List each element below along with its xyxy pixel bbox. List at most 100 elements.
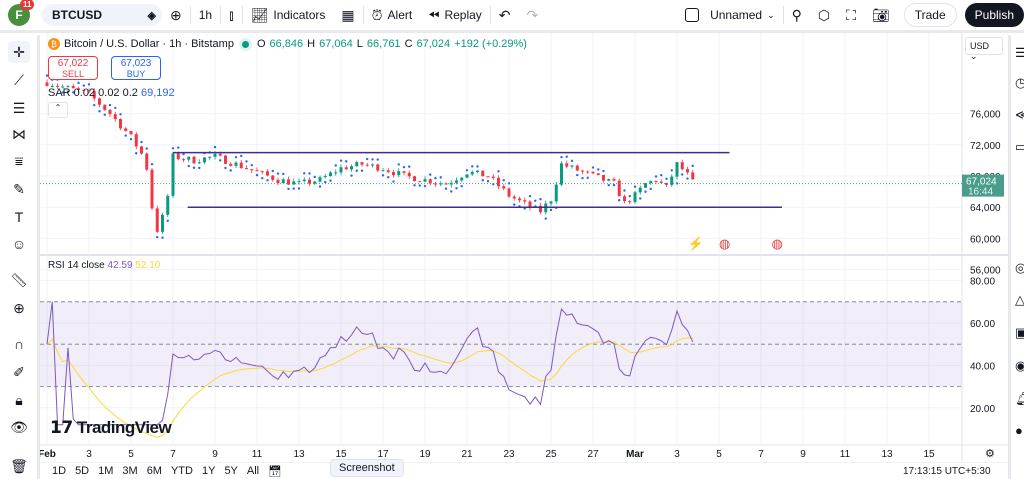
sar-dot [623,189,626,192]
indicators-button[interactable]: 📈︎ Indicators [243,0,334,32]
calendar-icon[interactable]: ▣ [1015,325,1024,341]
rsi-axis-label: 20.00 [970,404,995,415]
candle-body [523,200,527,202]
range-ytd[interactable]: YTD [171,465,193,477]
candle-body [512,196,516,199]
bell-icon[interactable]: 🔔︎ [1015,391,1024,407]
time-axis-label: 3 [674,449,680,460]
event-icon[interactable]: ⚡ [688,236,704,252]
alerts-icon[interactable]: ◷ [1015,75,1024,91]
range-5y[interactable]: 5Y [224,465,237,477]
candle-body [638,187,642,193]
range-1m[interactable]: 1M [98,465,113,477]
candle-body [654,181,658,183]
candle-body [612,179,616,181]
chat-icon[interactable]: ▭ [1015,139,1024,155]
crosshair-icon[interactable]: ✛ [8,41,30,63]
range-1y[interactable]: 1Y [202,465,215,477]
price-axis-label: 56,000 [970,266,1001,277]
sar-dot [644,190,647,193]
pitchfork-icon[interactable]: ⋈ [8,123,30,145]
layers-icon[interactable]: ≪ [1015,107,1024,123]
magnet-icon[interactable]: ∩ [8,333,30,355]
emoji-icon[interactable]: ☺ [8,233,30,255]
settings-button[interactable]: ⬡ [810,0,838,32]
trend-line-icon[interactable]: ⟋ [8,69,30,91]
text-icon[interactable]: T [8,206,30,228]
chart-canvas[interactable]: 76,00072,00068,00064,00060,00056,00080.0… [40,33,1008,463]
interval-button[interactable]: 1h [191,0,220,32]
snapshot-button[interactable]: 📷︎ [864,0,898,32]
candle-body [350,166,353,170]
sar-dot [549,208,553,212]
quick-search-button[interactable]: ⚲ [784,0,810,32]
sar-dot [481,179,484,182]
diamond-icon[interactable]: ◈ [148,9,156,22]
sar-dot [198,166,201,170]
range-all[interactable]: All [247,465,259,477]
undo-icon: ↶ [498,6,511,23]
candle-body [423,179,427,182]
time-axis-label: 7 [758,449,764,460]
lock-drawing-icon[interactable]: ✐ [8,361,30,383]
candle-body [302,179,306,182]
sar-dot [565,155,568,158]
avatar[interactable]: F 11 [8,0,35,26]
chart-type-button[interactable]: ⫾ [221,0,241,32]
event-icon[interactable]: ◍ [772,236,783,251]
lock-icon[interactable]: 🔒︎ [8,389,30,411]
rsi-value: 42.59 [107,260,133,271]
sar-dot [87,83,91,86]
sar-legend[interactable]: SAR 0.02 0.02 0.2 69,192 [48,87,175,99]
sar-dot [534,199,537,202]
candle-body [460,177,464,181]
sar-dot [287,187,290,191]
templates-button[interactable]: ▦ [333,0,362,32]
eye-icon[interactable]: 👁︎ [8,416,30,438]
ruler-icon[interactable]: 📏︎ [8,269,30,291]
clock[interactable]: 17:13:15 UTC+5:30 [903,466,991,477]
sar-dot [224,166,227,170]
brush-icon[interactable]: ✎ [8,178,30,200]
range-3m[interactable]: 3M [122,465,137,477]
notification-badge: 11 [20,0,35,10]
horizontal-lines-icon[interactable]: ☰ [8,97,30,119]
range-5d[interactable]: 5D [75,465,89,477]
compare-button[interactable]: ⊕ [162,0,190,32]
zoom-in-icon[interactable]: ⊕ [8,297,30,319]
fib-icon[interactable]: ⩸ [8,150,30,172]
trade-button[interactable]: Trade [903,3,957,27]
fullscreen-button[interactable]: ⛶ [838,0,864,32]
replay-button[interactable]: ⏪︎ Replay [420,0,490,32]
sar-dot [439,176,442,179]
symbol-search[interactable]: BTCUSD ◈ [42,4,162,26]
rsi-label: RSI 14 close [48,260,105,271]
broadcast-icon[interactable]: ◉ [1015,358,1024,374]
layout-button[interactable]: Unnamed ⌄ [677,0,783,32]
tradingview-logo[interactable]: 𝟭𝟳 TradingView [50,418,172,438]
watchlist-icon[interactable]: ☰ [1015,45,1024,61]
sell-button[interactable]: 67,022 SELL [48,56,98,80]
trash-icon[interactable]: 🗑︎ [8,455,30,477]
undo-button[interactable]: ↶ [491,0,519,32]
currency-select[interactable]: USD ⌄ [965,37,1003,61]
buy-button[interactable]: 67,023 BUY [111,56,161,80]
rsi-legend[interactable]: RSI 14 close 42.59 52.10 [48,260,160,271]
redo-button[interactable]: ↷ [519,0,547,32]
publish-button[interactable]: Publish [964,3,1024,27]
candle-body [171,153,175,196]
event-icon[interactable]: ◍ [719,236,730,251]
ideas-icon[interactable]: △ [1015,292,1024,308]
top-toolbar: F 11 BTCUSD ◈ ⊕ 1h ⫾ 📈︎ Indicators ▦ ⏰︎ Aler… [0,0,1024,33]
target-icon[interactable]: ◎ [1015,260,1024,276]
alert-button[interactable]: ⏰︎ Alert [364,0,421,32]
screenshot-tooltip: Screenshot [330,459,404,477]
calendar-goto-icon[interactable]: 📅︎ [268,465,282,478]
candle-body [470,172,474,175]
sar-dot [576,173,579,177]
more-icon[interactable]: ● [1015,423,1023,438]
collapse-legend-button[interactable]: ⌃ [48,102,68,118]
sar-dot [124,134,127,137]
range-1d[interactable]: 1D [52,465,66,477]
range-6m[interactable]: 6M [147,465,162,477]
